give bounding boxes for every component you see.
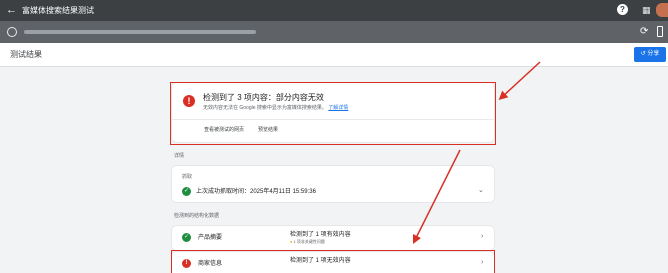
tested-url[interactable] — [24, 30, 256, 34]
details-section-label: 详情 — [174, 153, 185, 159]
device-icon[interactable] — [657, 26, 663, 37]
back-arrow-icon[interactable]: ← — [6, 3, 17, 17]
share-button-label: 分享 — [647, 51, 660, 57]
globe-icon — [7, 27, 17, 37]
annotation-arrow-summary — [498, 61, 541, 101]
crawl-status-text: 上次成功抓取时间：2025年4月11日 15:59:36 — [196, 189, 316, 195]
share-icon: ↺ — [640, 51, 646, 57]
structured-row-subtext-label: 1 项非关键性问题 — [293, 239, 325, 244]
highlight-box-merchant — [171, 250, 495, 273]
page-title: 测试结果 — [10, 50, 42, 59]
structured-row-product-snippet[interactable]: ✓ 产品摘要 检测到了 1 项有效内容 ● 1 项非关键性问题 › — [172, 226, 494, 250]
crawl-label: 抓取 — [182, 174, 193, 180]
app-title: 富媒体搜索结果测试 — [22, 6, 94, 15]
check-icon: ✓ — [182, 187, 191, 196]
structured-data-section-label: 检测到的结构化数据 — [174, 213, 220, 219]
results-header: 测试结果 ↺ 分享 — [0, 43, 668, 67]
avatar[interactable] — [656, 3, 668, 17]
chevron-right-icon[interactable]: › — [481, 233, 483, 241]
help-icon[interactable]: ? — [617, 4, 628, 15]
share-button[interactable]: ↺ 分享 — [634, 47, 666, 62]
app-bar: ← 富媒体搜索结果测试 ? ▦ — [0, 0, 668, 21]
refresh-icon[interactable]: ⟳ — [640, 25, 648, 38]
structured-row-status: 检测到了 1 项有效内容 — [290, 232, 351, 238]
crawl-card[interactable]: 抓取 ✓ 上次成功抓取时间：2025年4月11日 15:59:36 ⌄ — [172, 166, 494, 202]
chevron-down-icon[interactable]: ⌄ — [478, 187, 484, 195]
structured-row-subtext: ● 1 项非关键性问题 — [290, 239, 325, 244]
warning-dot-icon: ● — [290, 239, 293, 244]
structured-row-name: 产品摘要 — [198, 235, 223, 241]
url-bar: ⟳ — [0, 21, 668, 43]
highlight-box-summary — [170, 82, 496, 145]
check-icon: ✓ — [182, 233, 191, 242]
apps-icon[interactable]: ▦ — [642, 4, 651, 16]
